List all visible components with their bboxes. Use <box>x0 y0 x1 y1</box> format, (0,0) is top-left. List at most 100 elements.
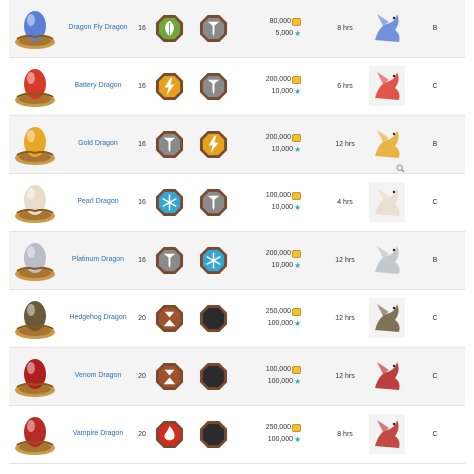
egg-image[interactable] <box>9 406 61 462</box>
dragon-image[interactable] <box>365 348 409 404</box>
dragon-image[interactable] <box>365 58 409 114</box>
egg-image[interactable] <box>9 232 61 288</box>
egg-image[interactable] <box>9 0 61 56</box>
breeding-time: 12 hrs <box>335 256 355 264</box>
dragon-name-link[interactable]: Vampire Dragon <box>65 406 131 462</box>
dragon-name-link[interactable]: Platinum Dragon <box>65 232 131 288</box>
egg-image[interactable] <box>9 348 61 404</box>
cost-cell: 250,000 100,000 ★ <box>253 406 301 462</box>
dragon-name-link[interactable]: Hedgehog Dragon <box>65 290 131 346</box>
breeding-time: 12 hrs <box>335 314 355 322</box>
dragon-name-link[interactable]: Pearl Dragon <box>65 174 131 230</box>
gem-cost: 10,000 ★ <box>271 86 302 98</box>
gem-cost: 100,000 ★ <box>268 318 301 330</box>
gold-coin-icon <box>292 76 301 84</box>
gold-coin-icon <box>292 18 301 26</box>
dragon-image[interactable] <box>365 0 409 56</box>
gold-cost: 80,000 <box>270 16 301 28</box>
fire-element-icon[interactable] <box>152 406 186 462</box>
gem-icon: ★ <box>294 319 302 328</box>
gold-value: 250,000 <box>265 424 291 431</box>
rarity-value: B <box>432 256 438 264</box>
egg-image[interactable] <box>9 174 61 230</box>
gem-cost: 100,000 ★ <box>268 376 301 388</box>
dark-element-icon[interactable] <box>196 290 230 346</box>
rarity-value: C <box>432 314 438 322</box>
table-row: Vampire Dragon 20 250,000 100,000 ★ 8 hrs C <box>9 406 465 464</box>
rarity-value: B <box>432 24 438 32</box>
breeding-time: 4 hrs <box>337 198 353 206</box>
gold-cost: 200,000 <box>266 74 301 86</box>
gold-coin-icon <box>292 308 301 316</box>
gem-value: 10,000 <box>271 262 293 269</box>
gold-coin-icon <box>292 424 301 432</box>
gem-icon: ★ <box>294 377 302 386</box>
metal-element-icon[interactable] <box>152 232 186 288</box>
dragon-image[interactable] <box>365 174 409 230</box>
gem-icon: ★ <box>294 29 302 38</box>
egg-image[interactable] <box>9 58 61 114</box>
gem-icon: ★ <box>294 203 302 212</box>
rarity-value: C <box>432 198 438 206</box>
metal-element-icon[interactable] <box>152 116 186 172</box>
table-row: Venom Dragon 20 100,000 100,000 ★ 12 hrs C <box>9 348 465 406</box>
gold-value: 200,000 <box>265 76 291 83</box>
table-row: Battery Dragon 16 200,000 10,000 ★ 6 hrs C <box>9 58 465 116</box>
gem-cost: 10,000 ★ <box>271 260 302 272</box>
metal-element-icon[interactable] <box>196 0 230 56</box>
electric-element-icon[interactable] <box>196 116 230 172</box>
table-row: Platinum Dragon 16 200,000 10,000 ★ 12 hrs B <box>9 232 465 290</box>
breeding-time: 8 hrs <box>337 24 353 32</box>
table-row: Dragon Fly Dragon 16 80,000 5,000 ★ 8 hrs B <box>9 0 465 58</box>
dragon-image[interactable] <box>365 232 409 288</box>
gem-icon: ★ <box>294 145 302 154</box>
breeding-time: 6 hrs <box>337 82 353 90</box>
dark-element-icon[interactable] <box>196 348 230 404</box>
gold-cost: 200,000 <box>266 248 301 260</box>
gem-value: 100,000 <box>267 436 293 443</box>
gold-value: 100,000 <box>265 192 291 199</box>
gem-value: 5,000 <box>275 30 293 37</box>
gold-cost: 250,000 <box>266 422 301 434</box>
gold-cost: 100,000 <box>266 190 301 202</box>
dragon-name-link[interactable]: Battery Dragon <box>65 58 131 114</box>
rarity-value: C <box>432 82 438 90</box>
metal-element-icon[interactable] <box>196 58 230 114</box>
gold-value: 200,000 <box>265 134 291 141</box>
gem-cost: 5,000 ★ <box>275 28 301 40</box>
gem-cost: 10,000 ★ <box>271 202 302 214</box>
egg-image[interactable] <box>9 116 61 172</box>
gold-value: 80,000 <box>269 18 291 25</box>
earth-element-icon[interactable] <box>152 290 186 346</box>
dragon-name-link[interactable]: Gold Dragon <box>65 116 131 172</box>
gem-value: 10,000 <box>271 88 293 95</box>
dark-element-icon[interactable] <box>196 406 230 462</box>
rarity-value: C <box>432 430 438 438</box>
dragon-name-link[interactable]: Venom Dragon <box>65 348 131 404</box>
gold-cost: 100,000 <box>266 364 301 376</box>
gold-value: 200,000 <box>265 250 291 257</box>
dragon-image[interactable] <box>365 290 409 346</box>
gold-coin-icon <box>292 134 301 142</box>
gem-value: 100,000 <box>267 320 293 327</box>
metal-element-icon[interactable] <box>196 174 230 230</box>
gem-cost: 100,000 ★ <box>268 434 301 446</box>
dragon-name-link[interactable]: Dragon Fly Dragon <box>65 0 131 56</box>
gem-icon: ★ <box>294 261 302 270</box>
gold-cost: 200,000 <box>266 132 301 144</box>
earth-element-icon[interactable] <box>152 348 186 404</box>
cost-cell: 200,000 10,000 ★ <box>253 58 301 114</box>
magnifier-icon[interactable] <box>396 164 405 173</box>
gem-cost: 10,000 ★ <box>272 144 302 156</box>
gold-value: 100,000 <box>265 366 291 373</box>
cost-cell: 200,000 10,000 ★ <box>253 232 301 288</box>
ice-element-icon[interactable] <box>152 174 186 230</box>
egg-image[interactable] <box>9 290 61 346</box>
electric-element-icon[interactable] <box>152 58 186 114</box>
dragon-image[interactable] <box>365 406 409 462</box>
nature-element-icon[interactable] <box>152 0 186 56</box>
ice-element-icon[interactable] <box>196 232 230 288</box>
cost-cell: 80,000 5,000 ★ <box>253 0 301 56</box>
cost-cell: 200,000 10,000 ★ <box>253 116 301 172</box>
gem-value: 10,000 <box>271 204 293 211</box>
